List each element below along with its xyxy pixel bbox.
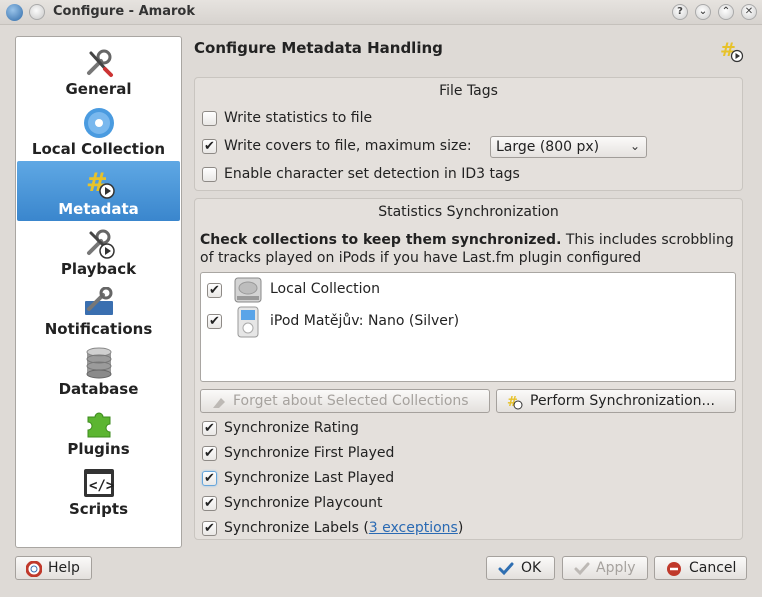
- sidebar-item-label: Plugins: [67, 440, 130, 458]
- wrench-screwdriver-icon: [87, 49, 113, 77]
- checkmark-icon: [574, 562, 590, 576]
- cover-size-value: Large (800 px): [496, 139, 600, 155]
- sidebar: General Local Collection # Metadata Play…: [15, 36, 182, 548]
- svg-text:</>: </>: [89, 478, 114, 494]
- write-covers-label: Write covers to file, maximum size:: [224, 138, 472, 154]
- help-button[interactable]: Help: [15, 556, 92, 580]
- collection-checkbox[interactable]: ✔: [207, 314, 222, 329]
- window-menu-icon[interactable]: [29, 4, 45, 20]
- sync-labels-checkbox[interactable]: ✔: [202, 521, 217, 536]
- help-question-icon[interactable]: ?: [672, 4, 688, 20]
- close-icon[interactable]: ✕: [741, 4, 757, 20]
- charset-detection-label: Enable character set detection in ID3 ta…: [224, 166, 520, 182]
- maximize-icon[interactable]: ⌃: [718, 4, 734, 20]
- title-bar: Configure - Amarok ? ⌄ ⌃ ✕: [0, 0, 762, 25]
- help-lifebuoy-icon: [26, 561, 42, 577]
- charset-detection-checkbox[interactable]: [202, 167, 217, 182]
- sync-tag-icon: #: [507, 395, 523, 410]
- database-icon: [86, 347, 112, 379]
- sidebar-item-label: Notifications: [44, 320, 153, 338]
- disc-icon: [84, 108, 114, 138]
- apply-button[interactable]: Apply: [562, 556, 648, 580]
- code-icon: </>: [84, 469, 114, 497]
- sync-rating-label: Synchronize Rating: [224, 420, 359, 436]
- group-title: File Tags: [439, 83, 498, 99]
- list-item[interactable]: ✔ iPod Matějův: Nano (Silver): [201, 305, 735, 339]
- tag-play-icon: #: [86, 168, 115, 199]
- sync-playcount-checkbox[interactable]: ✔: [202, 496, 217, 511]
- sync-labels-label: Synchronize Labels (3 exceptions): [224, 520, 464, 536]
- sync-last-played-checkbox[interactable]: ✔: [202, 471, 217, 486]
- window-title: Configure - Amarok: [53, 4, 195, 19]
- sidebar-item-database[interactable]: Database: [17, 341, 180, 401]
- puzzle-icon: [87, 412, 111, 438]
- collection-label: iPod Matějův: Nano (Silver): [270, 313, 460, 329]
- collections-list[interactable]: ✔ Local Collection ✔ iPod Matějův: Nano …: [200, 272, 736, 382]
- write-covers-checkbox[interactable]: ✔: [202, 139, 217, 154]
- ok-button[interactable]: OK: [486, 556, 555, 580]
- collection-label: Local Collection: [270, 281, 380, 297]
- chevron-down-icon: ⌄: [629, 139, 640, 153]
- stats-sync-description: Check collections to keep them synchroni…: [200, 231, 740, 267]
- sidebar-item-label: General: [65, 80, 132, 98]
- group-title: Statistics Synchronization: [378, 204, 559, 220]
- page-title: Configure Metadata Handling: [194, 39, 443, 57]
- hard-drive-icon: [234, 277, 262, 303]
- checkmark-icon: [498, 562, 514, 576]
- sidebar-item-notifications[interactable]: Notifications: [17, 281, 180, 341]
- sidebar-item-local-collection[interactable]: Local Collection: [17, 101, 180, 161]
- sync-rating-checkbox[interactable]: ✔: [202, 421, 217, 436]
- write-statistics-label: Write statistics to file: [224, 110, 373, 126]
- cancel-button[interactable]: Cancel: [654, 556, 747, 580]
- metadata-icon: #: [720, 39, 744, 63]
- sidebar-item-general[interactable]: General: [17, 41, 180, 101]
- cover-size-select[interactable]: Large (800 px) ⌄: [490, 136, 647, 158]
- sidebar-item-label: Playback: [60, 260, 137, 278]
- collection-checkbox[interactable]: ✔: [207, 283, 222, 298]
- sync-first-played-label: Synchronize First Played: [224, 445, 395, 461]
- wrench-screen-icon: [85, 287, 113, 315]
- list-item[interactable]: ✔ Local Collection: [201, 275, 735, 305]
- cancel-icon: [667, 562, 681, 576]
- sidebar-item-label: Metadata: [58, 200, 139, 218]
- sync-playcount-label: Synchronize Playcount: [224, 495, 383, 511]
- sidebar-item-label: Database: [58, 380, 139, 398]
- write-statistics-checkbox[interactable]: [202, 111, 217, 126]
- sidebar-item-scripts[interactable]: </> Scripts: [17, 461, 180, 521]
- sidebar-item-playback[interactable]: Playback: [17, 221, 180, 281]
- sidebar-item-metadata[interactable]: # Metadata: [17, 161, 180, 221]
- description-bold: Check collections to keep them synchroni…: [200, 232, 562, 248]
- sidebar-item-label: Local Collection: [31, 140, 166, 158]
- sidebar-item-plugins[interactable]: Plugins: [17, 401, 180, 461]
- forget-collections-button[interactable]: Forget about Selected Collections: [200, 389, 490, 413]
- sync-first-played-checkbox[interactable]: ✔: [202, 446, 217, 461]
- sidebar-item-label: Scripts: [68, 500, 129, 518]
- sync-last-played-label: Synchronize Last Played: [224, 470, 395, 486]
- ipod-icon: [237, 306, 259, 338]
- minimize-icon[interactable]: ⌄: [695, 4, 711, 20]
- exceptions-link[interactable]: 3 exceptions: [369, 520, 458, 536]
- wrench-play-icon: [87, 229, 115, 259]
- clear-icon: [213, 398, 225, 408]
- perform-synchronization-button[interactable]: # Perform Synchronization...: [496, 389, 736, 413]
- amarok-wolf-icon[interactable]: [6, 4, 23, 21]
